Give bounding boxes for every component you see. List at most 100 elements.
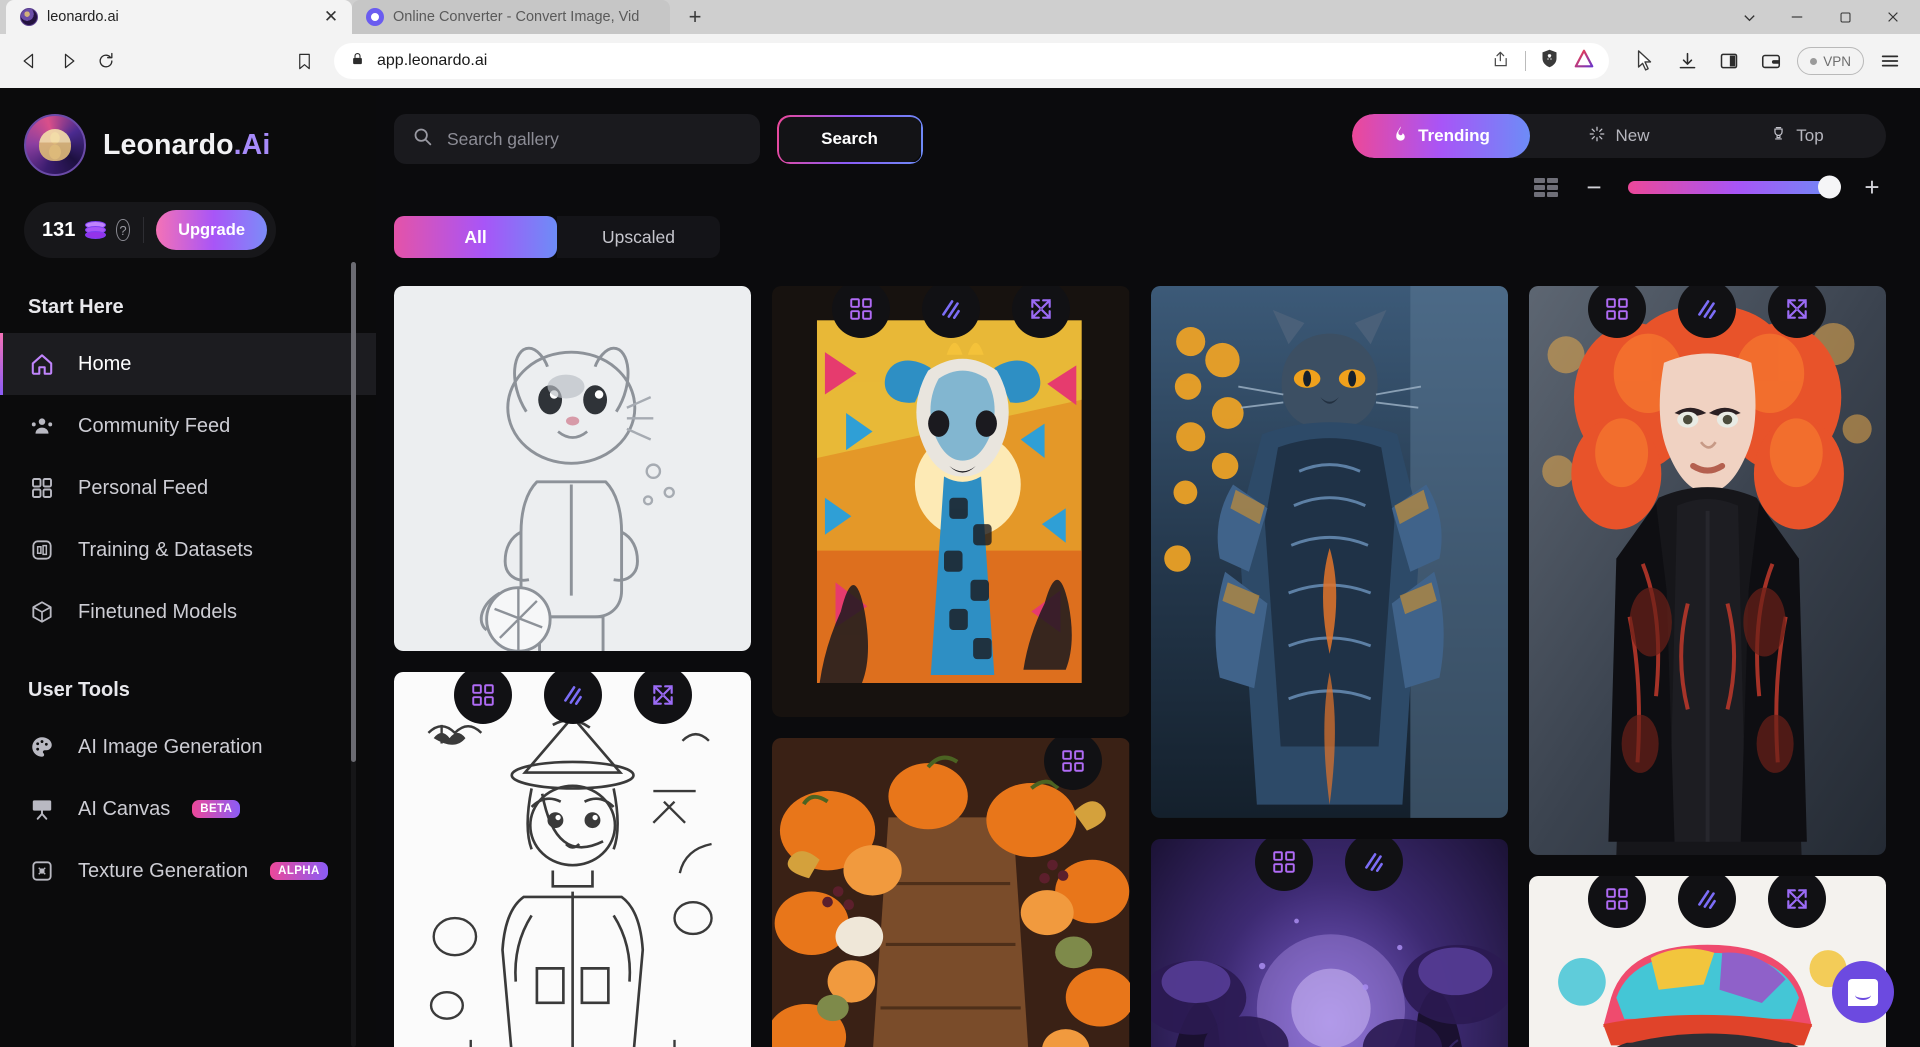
upscale-icon[interactable]: [1678, 876, 1736, 928]
gallery-main: Search Trending: [376, 88, 1920, 1047]
sidebar-item-training-datasets[interactable]: Training & Datasets: [0, 519, 376, 581]
search-field-wrapper[interactable]: [394, 114, 760, 164]
omnibox-divider: [1525, 51, 1526, 71]
tab-search-chevron-icon[interactable]: [1726, 0, 1772, 34]
expand-icon[interactable]: [1768, 286, 1826, 338]
sidebar-panel-icon[interactable]: [1711, 43, 1747, 79]
filter-tab-all[interactable]: All: [394, 216, 557, 258]
chat-bubble-glyph: [1848, 979, 1878, 1006]
sort-tab-top[interactable]: Top: [1708, 114, 1886, 158]
sidebar-item-label: Finetuned Models: [78, 601, 237, 624]
downloads-icon[interactable]: [1669, 43, 1705, 79]
beta-badge: BETA: [192, 800, 240, 818]
zoom-in-button[interactable]: +: [1860, 174, 1884, 200]
bookmark-icon[interactable]: [286, 43, 322, 79]
address-bar[interactable]: app.leonardo.ai: [334, 43, 1609, 79]
gallery-card[interactable]: [394, 286, 751, 651]
sort-tab-trending[interactable]: Trending: [1352, 114, 1530, 158]
remix-icon[interactable]: [1588, 876, 1646, 928]
browser-window: leonardo.ai ✕ Online Converter - Convert…: [0, 0, 1920, 1047]
sidebar-scrollbar-thumb[interactable]: [351, 262, 356, 762]
lock-icon: [350, 51, 365, 71]
forward-button[interactable]: [50, 43, 86, 79]
minimize-window-button[interactable]: [1774, 0, 1820, 34]
gallery-card[interactable]: [1151, 839, 1508, 1047]
zoom-slider-handle[interactable]: [1818, 176, 1841, 199]
gallery-card[interactable]: [772, 286, 1129, 717]
gallery-column: [1151, 286, 1508, 1047]
sidebar-item-texture-generation[interactable]: Texture Generation ALPHA: [0, 840, 376, 902]
upscale-icon[interactable]: [544, 672, 602, 724]
vpn-status-dot: [1810, 58, 1817, 65]
app-sidebar: Leonardo.Ai 131 ? Upgrade Start Here Hom…: [0, 88, 376, 1047]
gallery-card[interactable]: [1529, 876, 1886, 1047]
gallery-card[interactable]: [394, 672, 751, 1047]
gallery-column: [394, 286, 751, 1047]
address-text: app.leonardo.ai: [377, 52, 1480, 70]
hamburger-menu-icon[interactable]: [1872, 43, 1908, 79]
expand-icon[interactable]: [1012, 286, 1070, 338]
share-icon[interactable]: [1492, 49, 1512, 74]
gallery-card[interactable]: [772, 738, 1129, 1047]
sidebar-item-community-feed[interactable]: Community Feed: [0, 395, 376, 457]
tab-title: Online Converter - Convert Image, Vid: [393, 9, 660, 25]
palette-icon: [28, 733, 56, 761]
remix-icon[interactable]: [1255, 839, 1313, 891]
sidebar-item-ai-image-generation[interactable]: AI Image Generation: [0, 716, 376, 778]
expand-icon[interactable]: [1768, 876, 1826, 928]
card-hover-actions: [772, 286, 1129, 348]
brand-logo-area[interactable]: Leonardo.Ai: [0, 88, 376, 176]
upscale-icon[interactable]: [1678, 286, 1736, 338]
maximize-window-button[interactable]: [1822, 0, 1868, 34]
remix-icon[interactable]: [1044, 738, 1102, 790]
sidebar-scroll-area: Start Here Home Community Feed: [0, 258, 376, 1047]
flame-icon: [1392, 124, 1409, 148]
sidebar-item-ai-canvas[interactable]: AI Canvas BETA: [0, 778, 376, 840]
remix-icon[interactable]: [832, 286, 890, 338]
new-tab-button[interactable]: +: [680, 2, 710, 32]
kitten-sketch-image: [394, 286, 751, 651]
sort-tab-new[interactable]: New: [1530, 114, 1708, 158]
zoom-out-button[interactable]: −: [1582, 174, 1606, 200]
sort-tab-label: Top: [1796, 126, 1823, 146]
credits-divider: [143, 217, 144, 243]
upscale-icon[interactable]: [1345, 839, 1403, 891]
gallery-card[interactable]: [1151, 286, 1508, 818]
remix-icon[interactable]: [454, 672, 512, 724]
upgrade-button[interactable]: Upgrade: [156, 210, 267, 250]
close-window-button[interactable]: [1870, 0, 1916, 34]
expand-icon[interactable]: [634, 672, 692, 724]
remix-icon[interactable]: [1588, 286, 1646, 338]
sidebar-item-personal-feed[interactable]: Personal Feed: [0, 457, 376, 519]
upscale-icon[interactable]: [922, 286, 980, 338]
gallery-card[interactable]: [1529, 286, 1886, 855]
alpha-badge: ALPHA: [270, 862, 328, 880]
sidebar-item-label: Home: [78, 353, 131, 376]
grid-density-icon[interactable]: [1534, 175, 1560, 199]
back-button[interactable]: [12, 43, 48, 79]
zoom-slider[interactable]: [1628, 181, 1838, 194]
intercom-chat-icon[interactable]: [1832, 961, 1894, 1023]
search-button[interactable]: Search: [778, 116, 921, 162]
credit-count: 131: [42, 219, 75, 242]
sidebar-item-finetuned-models[interactable]: Finetuned Models: [0, 581, 376, 643]
credits-bar: 131 ? Upgrade: [24, 202, 276, 258]
close-tab-icon[interactable]: ✕: [320, 6, 342, 28]
wallet-icon[interactable]: [1753, 43, 1789, 79]
search-input[interactable]: [447, 129, 742, 150]
help-circle-icon[interactable]: ?: [116, 219, 129, 241]
redhead-woman-image: [1529, 286, 1886, 855]
sort-tab-label: New: [1615, 126, 1649, 146]
people-group-icon: [28, 412, 56, 440]
reload-button[interactable]: [88, 43, 124, 79]
sidebar-item-home[interactable]: Home: [0, 333, 376, 395]
browser-tab-leonardo[interactable]: leonardo.ai ✕: [6, 0, 352, 34]
brand-suffix: .Ai: [234, 129, 271, 161]
filter-tab-upscaled[interactable]: Upscaled: [557, 216, 720, 258]
browser-tab-converter[interactable]: Online Converter - Convert Image, Vid: [352, 0, 670, 34]
easel-icon: [28, 795, 56, 823]
vpn-toggle[interactable]: VPN: [1797, 47, 1864, 75]
gallery-column: [772, 286, 1129, 1047]
brave-rewards-icon[interactable]: [1573, 48, 1595, 75]
brave-shields-icon[interactable]: [1539, 48, 1560, 74]
